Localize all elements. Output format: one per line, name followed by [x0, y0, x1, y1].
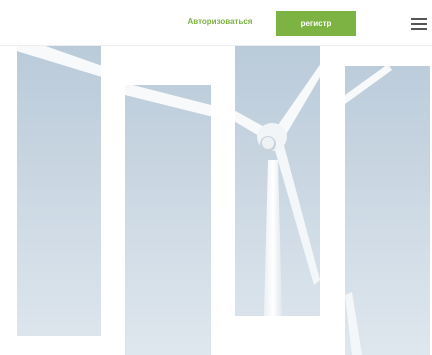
site-header: Авторизоваться регистр [0, 0, 432, 46]
menu-bar [411, 23, 427, 25]
hero-panel-3 [235, 46, 320, 316]
hero-panel-1 [17, 46, 101, 336]
wind-turbine-image-slice [125, 85, 211, 355]
wind-turbine-image-slice [17, 46, 101, 336]
menu-bar [411, 28, 427, 30]
wind-turbine-image-slice [345, 66, 430, 355]
menu-bar [411, 18, 427, 20]
wind-turbine-image-slice [235, 46, 320, 316]
register-button[interactable]: регистр [276, 11, 356, 36]
hamburger-menu-icon[interactable] [411, 18, 427, 30]
hero-image-strips [0, 46, 432, 355]
landing-page: Авторизоваться регистр [0, 0, 432, 355]
hero-panel-4 [345, 66, 430, 355]
hero-panel-2 [125, 85, 211, 355]
login-link[interactable]: Авторизоваться [174, 17, 266, 26]
